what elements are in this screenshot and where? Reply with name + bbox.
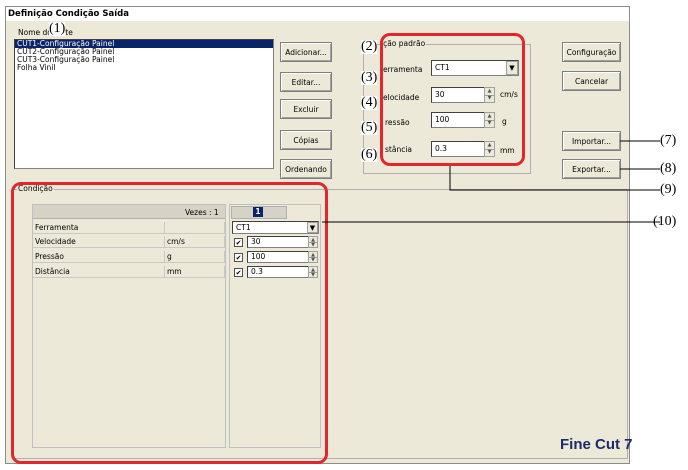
callout-9: (9) bbox=[660, 182, 677, 197]
copy-button[interactable]: Cópias bbox=[280, 130, 332, 150]
callout-2: (2) bbox=[361, 39, 378, 54]
fine-cut-logo: Fine Cut 7 bbox=[560, 436, 633, 453]
list-item[interactable]: Folha Vinil bbox=[15, 64, 273, 72]
callout-4: (4) bbox=[361, 95, 378, 110]
cancel-button[interactable]: Cancelar bbox=[562, 71, 621, 91]
callout-7: (7) bbox=[660, 133, 677, 148]
highlight-default-group bbox=[380, 33, 525, 166]
sort-button[interactable]: Ordenando bbox=[280, 159, 332, 179]
edit-button[interactable]: Editar... bbox=[280, 72, 332, 92]
callout-6: (6) bbox=[361, 147, 378, 162]
import-button[interactable]: Importar... bbox=[562, 131, 621, 151]
export-button[interactable]: Exportar... bbox=[562, 159, 621, 179]
callout-1: (1) bbox=[49, 21, 66, 36]
material-list[interactable]: CUT1-Configuração Painel CUT2-Configuraç… bbox=[14, 39, 274, 169]
delete-button[interactable]: Excluir bbox=[280, 99, 332, 119]
config-button[interactable]: Configuração bbox=[562, 42, 621, 62]
add-button[interactable]: Adicionar... bbox=[280, 42, 332, 62]
window-title: Definição Condição Saída bbox=[6, 7, 629, 21]
callout-10: (10) bbox=[653, 214, 677, 229]
callout-5: (5) bbox=[361, 120, 378, 135]
callout-8: (8) bbox=[660, 161, 677, 176]
callout-3: (3) bbox=[361, 70, 378, 85]
highlight-condition-group bbox=[11, 182, 328, 464]
